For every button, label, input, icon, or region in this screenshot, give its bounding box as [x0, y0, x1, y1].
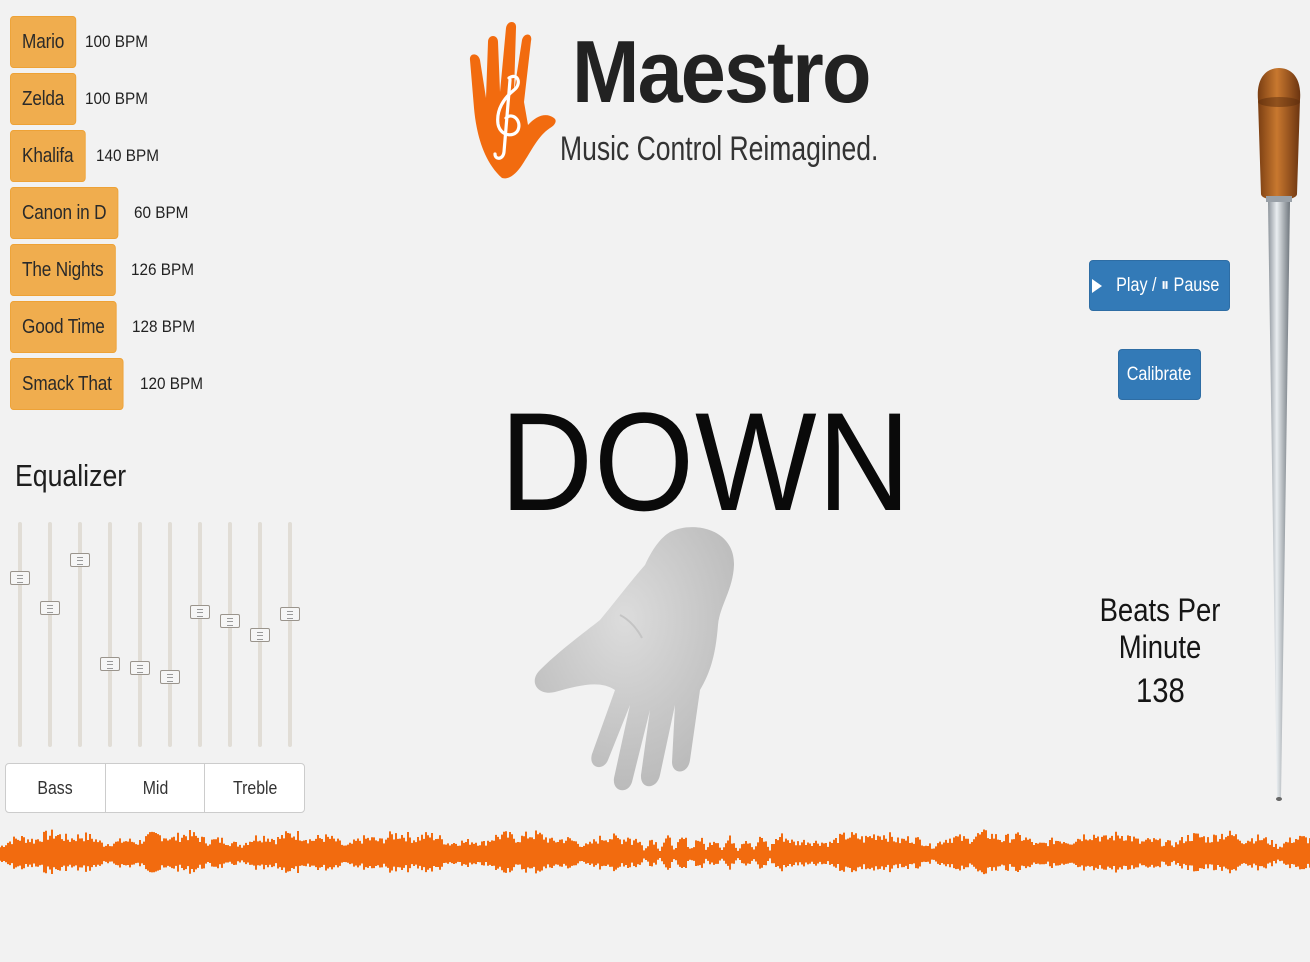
bpm-value: 138: [1135, 672, 1185, 710]
eq-slider-handle[interactable]: [70, 553, 90, 568]
tab-label: Treble: [232, 777, 277, 798]
eq-slider-handle[interactable]: [100, 656, 120, 671]
eq-slider-handle[interactable]: [220, 614, 240, 628]
eq-slider-track[interactable]: [228, 522, 232, 747]
eq-slider-handle[interactable]: [10, 571, 30, 586]
song-bpm: 120 BPM: [140, 374, 204, 393]
song-button[interactable]: Canon in D: [10, 187, 119, 239]
song-bpm: 60 BPM: [134, 203, 189, 222]
equalizer-title: Equalizer: [15, 458, 127, 493]
song-row: Smack That 120 BPM: [10, 358, 210, 410]
conductor-baton-icon: [1257, 68, 1301, 801]
eq-slider-track[interactable]: [18, 522, 22, 747]
song-bpm: 100 BPM: [85, 89, 148, 108]
tab-bass[interactable]: Bass: [6, 764, 106, 812]
eq-slider-track[interactable]: [108, 522, 112, 747]
song-bpm: 128 BPM: [132, 317, 195, 336]
tab-mid[interactable]: Mid: [106, 764, 206, 812]
eq-slider-track[interactable]: [198, 522, 202, 747]
eq-slider-handle[interactable]: [250, 627, 270, 642]
song-bpm: 140 BPM: [95, 146, 159, 165]
song-row: Good Time 128 BPM: [10, 301, 202, 353]
song-bpm: 126 BPM: [130, 260, 194, 279]
play-pause-button[interactable]: Play / ⏸ Pause: [1089, 260, 1230, 311]
eq-slider-handle[interactable]: [40, 600, 60, 615]
gesture-label: DOWN: [500, 383, 912, 540]
logo-title: Maestro: [572, 22, 871, 121]
eq-slider-track[interactable]: [288, 522, 292, 747]
tab-treble[interactable]: Treble: [205, 764, 304, 812]
equalizer-tabs: Bass Mid Treble: [5, 763, 305, 813]
song-row: Canon in D 60 BPM: [10, 187, 195, 239]
eq-slider-handle[interactable]: [280, 607, 300, 622]
equalizer-sliders: [0, 520, 310, 750]
song-button[interactable]: Smack That: [10, 358, 124, 410]
waveform-path: [0, 829, 1310, 875]
song-button[interactable]: Mario: [10, 16, 77, 68]
eq-slider-handle[interactable]: [190, 605, 210, 619]
song-button[interactable]: The Nights: [10, 244, 116, 296]
song-button[interactable]: Khalifa: [10, 130, 86, 182]
bpm-label: Beats Per Minute: [1099, 592, 1221, 665]
logo-tagline: Music Control Reimagined.: [560, 130, 879, 168]
hand-model-icon: [534, 527, 735, 791]
song-button[interactable]: Good Time: [10, 301, 117, 353]
song-row: Khalifa 140 BPM: [10, 130, 166, 182]
eq-slider-track[interactable]: [168, 522, 172, 747]
song-row: The Nights 126 BPM: [10, 244, 201, 296]
eq-slider-track[interactable]: [48, 522, 52, 747]
tab-label: Mid: [142, 777, 168, 798]
eq-slider-handle[interactable]: [160, 670, 180, 685]
bpm-display: Beats Per Minute 138: [1050, 592, 1270, 711]
song-row: Zelda 100 BPM: [10, 73, 155, 125]
eq-slider-track[interactable]: [138, 522, 142, 747]
play-icon: [1091, 278, 1102, 293]
play-pause-label: Play / ⏸ Pause: [1115, 274, 1220, 296]
song-button[interactable]: Zelda: [10, 73, 77, 125]
song-row: Mario 100 BPM: [10, 16, 155, 68]
tab-label: Bass: [37, 777, 73, 798]
audio-waveform: [0, 829, 1310, 875]
calibrate-button[interactable]: Calibrate: [1118, 349, 1201, 400]
eq-slider-handle[interactable]: [130, 661, 150, 676]
calibrate-label: Calibrate: [1127, 363, 1192, 385]
song-bpm: 100 BPM: [85, 32, 148, 51]
